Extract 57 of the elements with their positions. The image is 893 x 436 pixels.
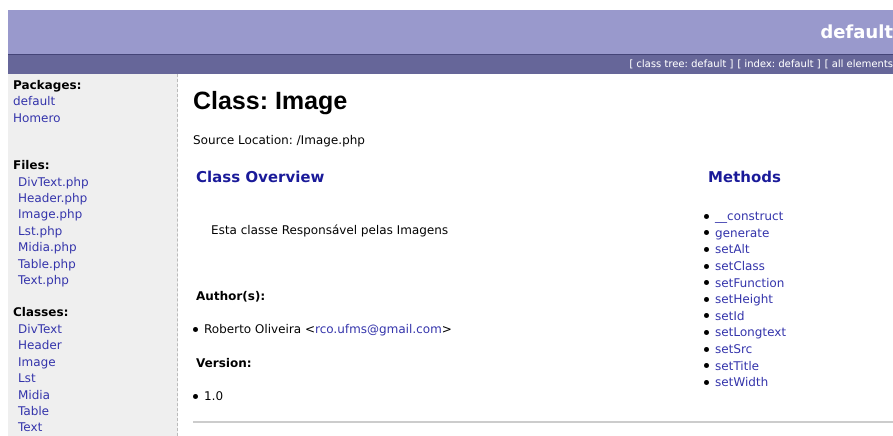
section-heading: Files: [13,157,51,174]
bullet-icon [704,246,709,252]
sidebar-link[interactable]: Text.php [13,272,172,288]
bullet-icon [193,326,198,332]
method-link[interactable]: __construct [715,209,784,224]
method-link[interactable]: setAlt [715,242,750,256]
section-heading: Packages: [13,77,82,94]
section-heading: Classes: [13,304,70,321]
bullet-icon [704,230,709,236]
sidebar-link[interactable]: Header [13,337,172,354]
bullet-icon [704,214,709,219]
method-link[interactable]: setSrc [715,342,752,356]
method-link[interactable]: setTitle [715,358,760,373]
sidebar-link[interactable]: Lst.php [13,222,172,240]
bullet-icon [704,264,709,269]
class-description: Esta classe Responsável pelas Imagens [211,223,450,237]
method-link[interactable]: setWidth [715,375,768,390]
bullet-icon [704,330,709,335]
nav-link[interactable]: [ all elements [824,59,893,70]
author-text: Roberto Oliveira <rco.ufms@gmail.com> [204,322,452,336]
section-heading: Class Overview [196,168,326,186]
source-location: Source Location: /Image.php [193,133,366,147]
sidebar-link[interactable]: Midia.php [13,239,172,256]
method-link[interactable]: generate [715,226,770,240]
sidebar-link[interactable]: Homero [13,110,172,126]
sidebar-link[interactable]: Header.php [13,190,172,206]
method-link[interactable]: setFunction [715,276,784,290]
bullet-icon [704,363,709,368]
method-link[interactable]: setLongtext [715,325,786,340]
method-link[interactable]: setHeight [715,292,774,306]
sidebar-link[interactable]: DivText.php [13,174,172,190]
page-title: Class: Image [193,87,348,116]
sidebar-link[interactable]: Text [13,419,172,436]
method-link[interactable]: setClass [715,259,765,274]
nav-link[interactable]: [ index: default ] [737,59,821,70]
bullet-icon [704,346,709,352]
section-heading: Version: [196,356,253,370]
sidebar-link[interactable]: Image [13,354,172,370]
sidebar-link[interactable]: Lst [13,370,172,386]
sidebar-link[interactable]: Table.php [13,256,172,272]
sidebar-link[interactable]: Image.php [13,206,172,223]
bullet-icon [704,313,709,318]
section-heading: Methods [708,168,782,186]
sidebar-link[interactable]: DivText [13,320,172,338]
sidebar-link[interactable]: Table [13,402,172,420]
email-link[interactable]: rco.ufms@gmail.com [315,322,442,336]
bullet-icon [704,280,709,286]
bullet-icon [704,380,709,385]
sidebar-link[interactable]: Midia [13,386,172,403]
section-heading: Author(s): [196,289,266,303]
package-title: default [820,22,893,42]
bullet-icon [704,296,709,302]
sidebar-link[interactable]: default [13,93,172,110]
method-link[interactable]: setId [715,308,744,323]
version-text: 1.0 [204,389,224,403]
nav-link[interactable]: [ class tree: default ] [629,59,734,70]
bullet-icon [193,394,198,398]
